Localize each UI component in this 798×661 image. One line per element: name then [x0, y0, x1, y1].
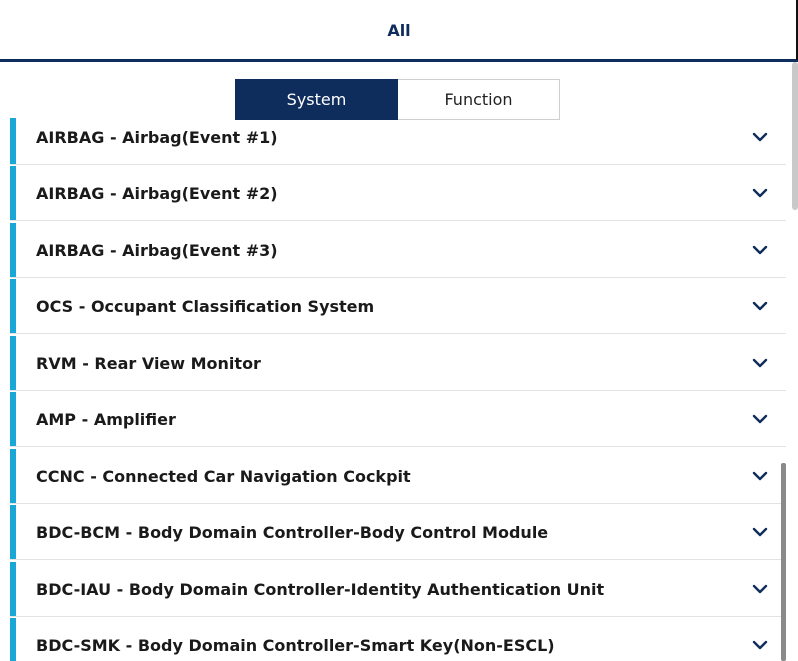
chevron-down-icon[interactable]: [751, 467, 769, 485]
list-item[interactable]: AMP - Amplifier: [10, 392, 786, 447]
list-item-label: AIRBAG - Airbag(Event #3): [36, 241, 278, 260]
system-list: AIRBAG - Airbag(Event #1) AIRBAG - Airba…: [0, 118, 786, 661]
chevron-down-icon[interactable]: [751, 184, 769, 202]
list-item-label: BDC-IAU - Body Domain Controller-Identit…: [36, 580, 605, 599]
accent-bar: [10, 279, 16, 333]
page-scrollbar[interactable]: [792, 62, 798, 210]
segment-function-button[interactable]: Function: [398, 79, 560, 120]
accent-bar: [10, 449, 16, 503]
chevron-down-icon[interactable]: [751, 297, 769, 315]
chevron-down-icon[interactable]: [751, 128, 769, 146]
list-item-label: AIRBAG - Airbag(Event #2): [36, 184, 278, 203]
chevron-down-icon[interactable]: [751, 241, 769, 259]
chevron-down-icon[interactable]: [751, 636, 769, 654]
list-item-label: AIRBAG - Airbag(Event #1): [36, 128, 278, 147]
list-item[interactable]: AIRBAG - Airbag(Event #3): [10, 223, 786, 278]
chevron-down-icon[interactable]: [751, 580, 769, 598]
list-scrollbar[interactable]: [781, 463, 786, 661]
list-item-label: OCS - Occupant Classification System: [36, 297, 375, 316]
accent-bar: [10, 166, 16, 220]
app-window: All System Function AIRBAG - Airbag(Even…: [0, 0, 798, 661]
list-item[interactable]: OCS - Occupant Classification System: [10, 279, 786, 334]
accent-bar: [10, 336, 16, 390]
segment-system-button[interactable]: System: [235, 79, 398, 120]
tab-active-indicator: [0, 59, 798, 62]
list-item[interactable]: BDC-BCM - Body Domain Controller-Body Co…: [10, 505, 786, 560]
chevron-down-icon[interactable]: [751, 354, 769, 372]
accent-bar: [10, 618, 16, 661]
list-item-label: RVM - Rear View Monitor: [36, 354, 261, 373]
list-item[interactable]: AIRBAG - Airbag(Event #2): [10, 166, 786, 221]
list-item-label: CCNC - Connected Car Navigation Cockpit: [36, 467, 411, 486]
accent-bar: [10, 392, 16, 446]
accent-bar: [10, 562, 16, 616]
tab-all[interactable]: All: [0, 0, 798, 60]
list-item[interactable]: CCNC - Connected Car Navigation Cockpit: [10, 449, 786, 504]
list-item[interactable]: BDC-SMK - Body Domain Controller-Smart K…: [10, 618, 786, 661]
chevron-down-icon[interactable]: [751, 523, 769, 541]
list-item-label: BDC-SMK - Body Domain Controller-Smart K…: [36, 636, 555, 655]
list-item-label: AMP - Amplifier: [36, 410, 176, 429]
list-item[interactable]: AIRBAG - Airbag(Event #1): [10, 118, 786, 165]
list-item-label: BDC-BCM - Body Domain Controller-Body Co…: [36, 523, 549, 542]
top-tab-bar: All: [0, 0, 798, 62]
list-item[interactable]: RVM - Rear View Monitor: [10, 336, 786, 391]
system-function-toggle: System Function: [235, 79, 560, 120]
accent-bar: [10, 118, 16, 164]
chevron-down-icon[interactable]: [751, 410, 769, 428]
accent-bar: [10, 505, 16, 559]
list-item[interactable]: BDC-IAU - Body Domain Controller-Identit…: [10, 562, 786, 617]
accent-bar: [10, 223, 16, 277]
